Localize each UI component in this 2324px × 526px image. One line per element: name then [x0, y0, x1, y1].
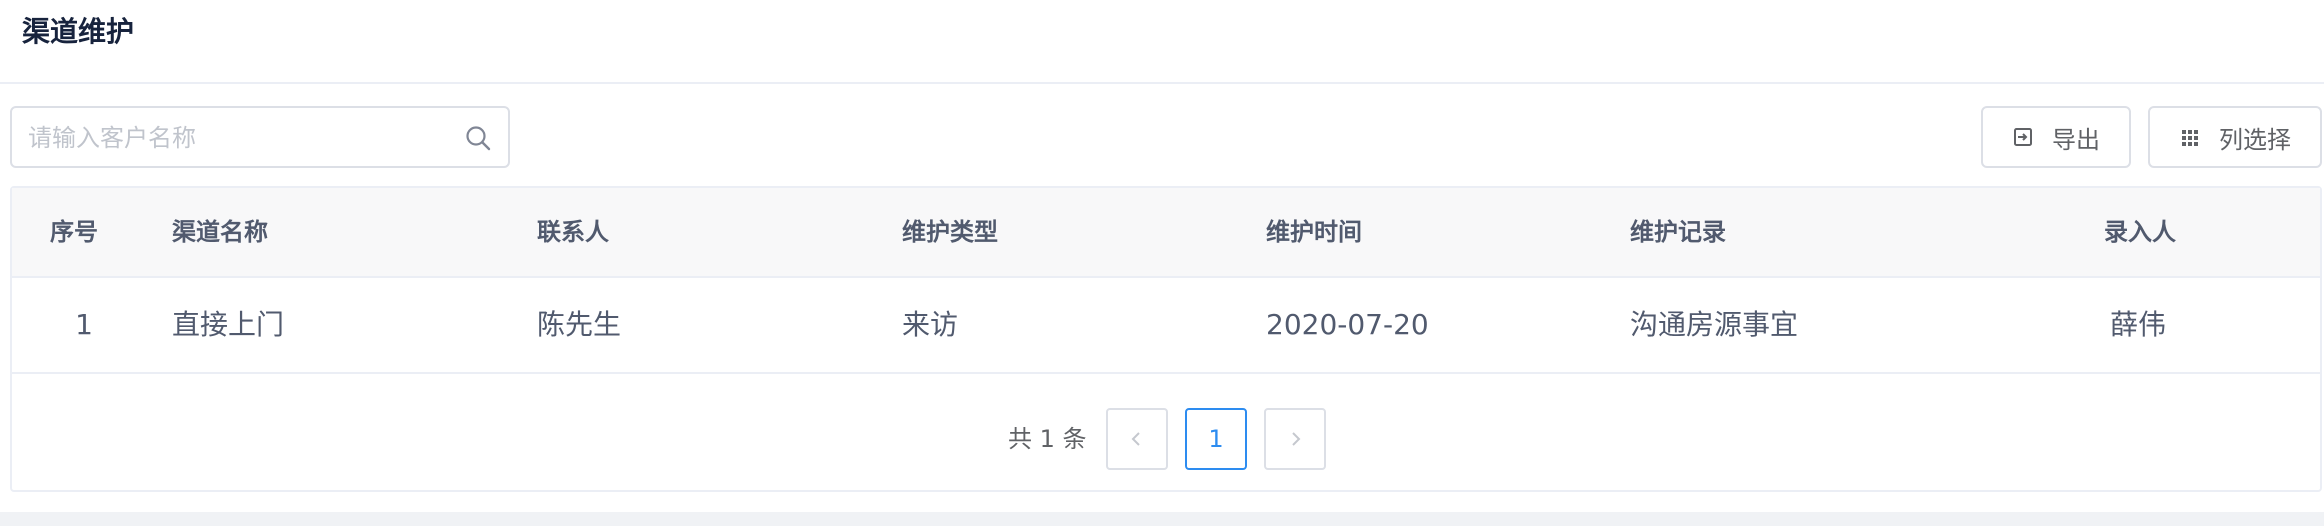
column-select-button[interactable]: 列选择 — [2148, 106, 2322, 168]
column-select-label: 列选择 — [2219, 125, 2291, 154]
cell-maintenance-type: 来访 — [902, 308, 959, 341]
pagination-total: 共 1 条 — [1008, 425, 1087, 453]
column-header-maintenance-record[interactable]: 维护记录 — [1630, 188, 1726, 276]
cell-index: 1 — [75, 308, 93, 341]
search-box — [10, 106, 510, 168]
column-header-entered-by[interactable]: 录入人 — [2104, 188, 2176, 276]
table-header: 序号 渠道名称 联系人 维护类型 维护时间 维护记录 录入人 — [12, 188, 2320, 278]
cell-entered-by: 薛伟 — [2110, 308, 2167, 341]
cell-contact: 陈先生 — [537, 308, 622, 341]
column-header-index[interactable]: 序号 — [50, 188, 98, 276]
page-title: 渠道维护 — [22, 15, 135, 48]
prev-page-button[interactable] — [1106, 408, 1168, 470]
cell-maintenance-record: 沟通房源事宜 — [1630, 308, 1799, 341]
search-input[interactable] — [26, 114, 450, 162]
export-label: 导出 — [2052, 125, 2100, 154]
column-header-maintenance-time[interactable]: 维护时间 — [1266, 188, 1362, 276]
column-header-channel-name[interactable]: 渠道名称 — [172, 188, 268, 276]
export-button[interactable]: 导出 — [1981, 106, 2131, 168]
pagination: 共 1 条 1 — [12, 408, 2320, 470]
cell-channel-name: 直接上门 — [172, 308, 285, 341]
column-header-maintenance-type[interactable]: 维护类型 — [902, 188, 998, 276]
search-icon[interactable] — [464, 124, 492, 152]
page-number-button[interactable]: 1 — [1185, 408, 1247, 470]
cell-maintenance-time: 2020-07-20 — [1266, 308, 1429, 341]
table-row[interactable]: 1 直接上门 陈先生 来访 2020-07-20 沟通房源事宜 薛伟 — [12, 278, 2320, 374]
page: 渠道维护 导出 列选择 序号 — [0, 0, 2324, 512]
chevron-right-icon — [1292, 432, 1301, 446]
column-header-contact[interactable]: 联系人 — [537, 188, 609, 276]
export-icon — [2014, 128, 2032, 146]
page-header: 渠道维护 — [0, 0, 2324, 84]
data-table: 序号 渠道名称 联系人 维护类型 维护时间 维护记录 录入人 1 直接上门 陈先… — [10, 186, 2322, 492]
next-page-button[interactable] — [1264, 408, 1326, 470]
chevron-left-icon — [1131, 432, 1140, 446]
grid-icon — [2182, 130, 2198, 146]
